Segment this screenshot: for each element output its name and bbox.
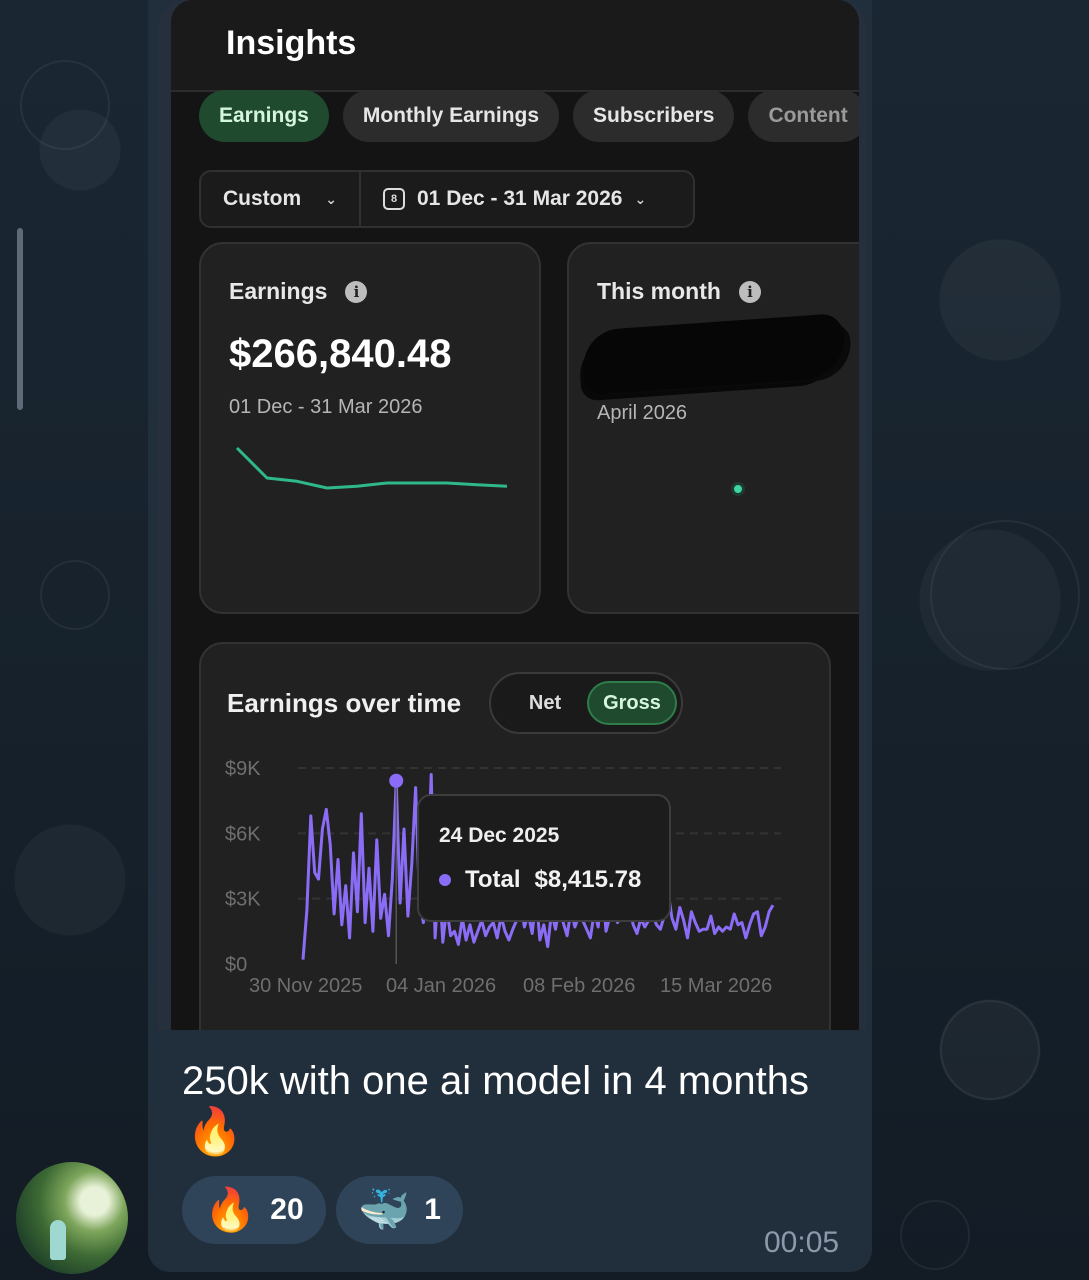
redacted-scribble [581, 312, 847, 396]
this-month-label: This month [597, 278, 721, 304]
net-gross-toggle: Net Gross [489, 672, 683, 734]
tab-monthly-earnings[interactable]: Monthly Earnings [342, 90, 560, 142]
avatar[interactable] [16, 1162, 128, 1274]
this-month-period: April 2026 [597, 402, 688, 424]
tab-earnings[interactable]: Earnings [199, 90, 329, 142]
reaction-fire[interactable]: 🔥 20 [182, 1176, 326, 1244]
info-icon[interactable]: i [345, 280, 368, 303]
page-title: Insights [226, 24, 357, 62]
x-tick-label: 15 Mar 2026 [660, 975, 772, 997]
wallpaper-doodle [930, 520, 1080, 670]
series-dot [439, 874, 451, 886]
this-month-card[interactable]: This month i April 2026 [567, 242, 859, 614]
earnings-card-header: Earnings i [229, 278, 368, 305]
reaction-whale[interactable]: 🐳 1 [336, 1176, 463, 1244]
chevron-down-icon: ⌄ [634, 190, 647, 207]
chart-tooltip: 24 Dec 2025 Total $8,415.78 [417, 794, 671, 922]
earnings-total: $266,840.48 [229, 332, 452, 376]
date-filter: Custom ⌄ 8 01 Dec - 31 Mar 2026 ⌄ [199, 170, 695, 228]
y-tick-label: $0 [225, 954, 247, 976]
tooltip-value: $8,415.78 [534, 866, 642, 893]
calendar-icon: 8 [383, 188, 405, 210]
date-range-label: 01 Dec - 31 Mar 2026 [417, 187, 623, 210]
toggle-gross[interactable]: Gross [587, 681, 677, 725]
this-month-header: This month i [597, 278, 761, 305]
fire-emoji: 🔥 [186, 1105, 244, 1157]
scrollbar[interactable] [17, 228, 23, 410]
chart-point [731, 482, 745, 496]
tooltip-label: Total [465, 866, 521, 893]
fire-icon: 🔥 [204, 1185, 257, 1233]
y-tick-label: $9K [225, 758, 261, 780]
earnings-chart-card: Earnings over time Net Gross $0 $3K $6K $9K… [199, 642, 831, 1030]
earnings-card[interactable]: Earnings i $266,840.48 01 Dec - 31 Mar 2… [199, 242, 541, 614]
wallpaper-doodle [940, 1000, 1040, 1100]
wallpaper-doodle [40, 560, 110, 630]
x-tick-label: 30 Nov 2025 [249, 975, 362, 997]
tab-subscribers[interactable]: Subscribers [573, 90, 735, 142]
tab-content[interactable]: Content [748, 90, 859, 142]
sparkline-line [235, 446, 508, 490]
message-time: 00:05 [764, 1226, 840, 1259]
chart-title: Earnings over time [227, 688, 462, 718]
x-tick-label: 04 Jan 2026 [386, 975, 496, 997]
topbar: Insights [171, 0, 859, 92]
highlighted-point [389, 773, 404, 788]
range-type-label: Custom [223, 187, 302, 210]
y-tick-label: $6K [225, 823, 261, 845]
earnings-sparkline [235, 446, 508, 490]
chevron-down-icon: ⌄ [325, 190, 337, 207]
info-icon[interactable]: i [738, 280, 761, 303]
avatar-figure [50, 1220, 66, 1260]
range-type-select[interactable]: Custom ⌄ [201, 172, 361, 226]
message-caption: 250k with one ai model in 4 months [182, 1059, 810, 1103]
x-tick-label: 08 Feb 2026 [523, 975, 635, 997]
reaction-count: 1 [424, 1193, 441, 1226]
earnings-period: 01 Dec - 31 Mar 2026 [229, 396, 423, 418]
y-tick-label: $3K [225, 889, 261, 911]
earnings-card-label: Earnings [229, 278, 328, 304]
reaction-count: 20 [270, 1193, 304, 1226]
tab-bar: Earnings Monthly Earnings Subscribers Co… [199, 90, 859, 142]
wallpaper-doodle [20, 60, 110, 150]
toggle-net[interactable]: Net [505, 674, 585, 732]
tooltip-date: 24 Dec 2025 [439, 824, 560, 847]
insights-screen: Insights Earnings Monthly Earnings Subsc… [171, 0, 859, 1030]
tooltip-row: Total $8,415.78 [439, 866, 641, 894]
screenshot-attachment[interactable]: Insights Earnings Monthly Earnings Subsc… [158, 0, 866, 1030]
date-range-select[interactable]: 8 01 Dec - 31 Mar 2026 ⌄ [361, 172, 668, 226]
wallpaper-doodle [900, 1200, 970, 1270]
whale-icon: 🐳 [358, 1185, 411, 1233]
